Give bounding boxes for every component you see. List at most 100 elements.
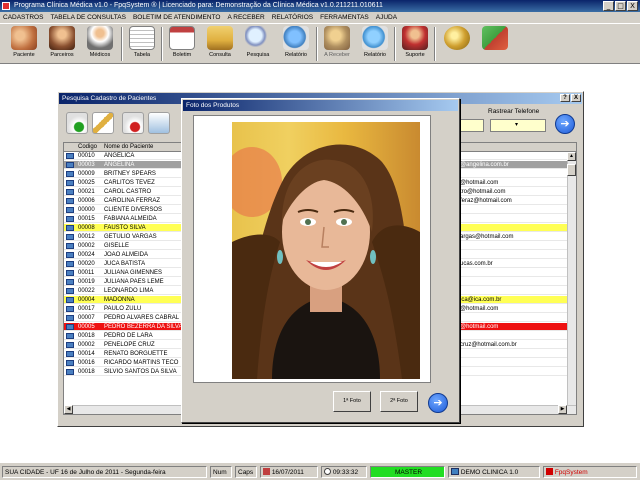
cell-nome: ANGELINA [104, 162, 135, 168]
cell-codigo: 00022 [78, 288, 95, 294]
menu-ajuda[interactable]: AJUDA [376, 12, 397, 23]
menu-boletim[interactable]: BOLETIM DE ATENDIMENTO [133, 12, 221, 23]
help-button[interactable]: ? [560, 94, 570, 102]
row-card-icon [66, 216, 74, 222]
scroll-thumb[interactable] [567, 164, 576, 176]
row-card-icon [66, 180, 74, 186]
toolbar-consulta-button[interactable]: Consulta [201, 26, 239, 63]
toolbar-paciente-button[interactable]: Paciente [5, 26, 43, 63]
scroll-left-icon[interactable]: ◀ [64, 405, 73, 414]
cell-codigo: 00007 [78, 315, 95, 321]
partners-icon [49, 26, 75, 50]
toolbar-parceiros-button[interactable]: Parceiros [43, 26, 81, 63]
status-brand-panel: FpqSystem [543, 466, 637, 478]
cell-nome: RICARDO MARTINS TECO [104, 360, 179, 366]
go-arrow-icon[interactable]: ➔ [555, 114, 575, 134]
cell-codigo: 00005 [78, 324, 95, 330]
menu-tabela-consultas[interactable]: TABELA DE CONSULTAS [50, 12, 126, 23]
maximize-button[interactable]: □ [615, 1, 626, 11]
cell-codigo: 00018 [78, 333, 95, 339]
support-icon [402, 26, 428, 50]
search-field[interactable] [460, 119, 484, 132]
cell-nome: GISELLE [104, 243, 130, 249]
toolbar-medicos-button[interactable]: Médicos [81, 26, 119, 63]
status-caps: Caps [235, 466, 257, 478]
telefone-field[interactable]: ▾ [490, 119, 546, 132]
menu-a-receber[interactable]: A RECEBER [227, 12, 264, 23]
column-header-nome[interactable]: Nome do Paciente [104, 143, 153, 152]
cell-nome: MADONNA [104, 297, 135, 303]
row-card-icon [66, 333, 74, 339]
edit-icon[interactable] [92, 112, 114, 134]
toolbar-separator [434, 27, 436, 61]
toolbar-relatorio2-button[interactable]: Relatório [356, 26, 394, 63]
row-card-icon [66, 270, 74, 276]
status-product-panel: DEMO CLINICA 1.0 [448, 466, 540, 478]
row-card-icon [66, 351, 74, 357]
cell-nome: CAROLINA FERRAZ [104, 198, 161, 204]
portrait-image [232, 144, 420, 379]
menu-relatorios[interactable]: RELATÓRIOS [272, 12, 313, 23]
cell-codigo: 00025 [78, 180, 95, 186]
cell-nome: PEDRO BEZERRA DA SILVA [104, 324, 183, 330]
row-card-icon [66, 234, 74, 240]
cell-codigo: 00018 [78, 369, 95, 375]
foto1-button[interactable]: 1ª Foto [333, 391, 371, 412]
toolbar-tabela-button[interactable]: Tabela [123, 26, 161, 63]
cell-email: ucas.com.br [460, 261, 493, 267]
toolbar-pesquisa-button[interactable]: Pesquisa [239, 26, 277, 63]
cell-codigo: 00000 [78, 207, 95, 213]
menu-cadastros[interactable]: CADASTROS [3, 12, 43, 23]
status-date: 16/07/2011 [271, 469, 304, 476]
dialog-close-button[interactable]: X [571, 94, 581, 102]
delete-icon[interactable] [122, 112, 144, 134]
cell-nome: LEONARDO LIMA [104, 288, 154, 294]
column-header-codigo[interactable]: Codigo [78, 143, 97, 152]
row-card-icon [66, 207, 74, 213]
cell-email: ica@ica.com.br [460, 297, 502, 303]
toolbar: Paciente Parceiros Médicos Tabela Boleti… [0, 23, 640, 64]
cell-email: @hotmail.com [460, 180, 499, 186]
print-icon[interactable] [148, 112, 170, 134]
cell-email: @hotmail.com [460, 306, 499, 312]
clock-icon [324, 468, 331, 475]
cell-email: @angelina.com.br [460, 162, 509, 168]
add-icon[interactable] [66, 112, 88, 134]
cell-nome: PEDRO ALVARES CABRAL [104, 315, 180, 321]
close-button[interactable]: X [627, 1, 638, 11]
row-card-icon [66, 252, 74, 258]
cell-nome: SILVIO SANTOS DA SILVA [104, 369, 177, 375]
toolbar-exit-button[interactable] [476, 26, 514, 63]
toolbar-suporte-button[interactable]: Suporte [396, 26, 434, 63]
globe-report-icon [362, 26, 388, 50]
cell-nome: PAULO ZULU [104, 306, 142, 312]
window-title: Programa Clínica Médica v1.0 - FpqSystem… [14, 2, 383, 9]
cell-codigo: 00002 [78, 342, 95, 348]
cell-codigo: 00003 [78, 162, 95, 168]
toolbar-relatorio-button[interactable]: Relatório [277, 26, 315, 63]
next-arrow-icon[interactable]: ➔ [428, 393, 448, 413]
toolbar-coins-button[interactable] [438, 26, 476, 63]
vertical-scrollbar[interactable]: ▲ ▼ [567, 152, 576, 414]
row-card-icon [66, 342, 74, 348]
scroll-up-icon[interactable]: ▲ [567, 152, 576, 161]
menu-ferramentas[interactable]: FERRAMENTAS [320, 12, 369, 23]
cell-codigo: 00014 [78, 351, 95, 357]
calendar-icon [263, 468, 270, 475]
cell-nome: FABIANA ALMEIDA [104, 216, 157, 222]
status-product: DEMO CLINICA 1.0 [460, 469, 519, 476]
exit-icon [482, 26, 508, 50]
scroll-right-icon[interactable]: ▶ [558, 405, 567, 414]
row-card-icon [66, 261, 74, 267]
globe-report-icon [283, 26, 309, 50]
cell-codigo: 00024 [78, 252, 95, 258]
cell-nome: JUCA BATISTA [104, 261, 146, 267]
toolbar-boletim-button[interactable]: Boletim [163, 26, 201, 63]
foto2-button[interactable]: 2ª Foto [380, 391, 418, 412]
row-card-icon [66, 198, 74, 204]
cell-codigo: 00020 [78, 261, 95, 267]
cell-email: cruz@hotmail.com.br [460, 342, 517, 348]
toolbar-a-receber-button[interactable]: A Receber [318, 26, 356, 63]
foto-dialog: Foto dos Produtos 1ª Foto 2ª Foto ➔ [181, 98, 460, 423]
minimize-button[interactable]: _ [603, 1, 614, 11]
